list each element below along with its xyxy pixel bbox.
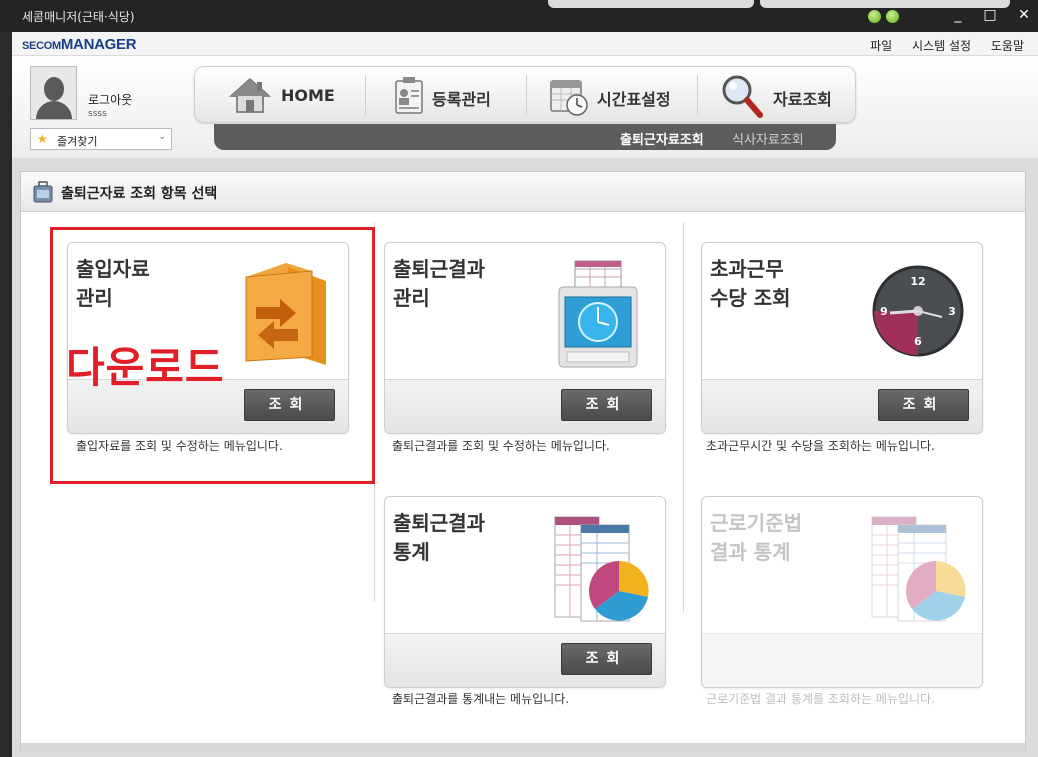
favorites-dropdown[interactable]: ★ 즐겨찾기 ⌄ [30, 128, 172, 150]
card-attendance-statistics: 출퇴근결과 통계 조회 [384, 496, 666, 688]
close-button[interactable]: ✕ [1012, 4, 1036, 26]
card-description: 초과근무시간 및 수당을 조회하는 메뉴입니다. [706, 439, 935, 453]
card-attendance-result: 출퇴근결과 관리 조회 [384, 242, 666, 434]
time-clock-icon [558, 260, 638, 368]
nav-home-label: HOME [281, 86, 335, 105]
window-title-bar: 세콤매니저(근태·식당) _ □ ✕ [0, 0, 1038, 32]
wall-clock-icon: 12 3 6 9 [872, 265, 964, 357]
nav-data-query-label: 자료조회 [773, 90, 832, 109]
query-button[interactable]: 조회 [878, 389, 969, 421]
logo-suffix: MANAGER [60, 36, 137, 53]
magnifier-icon [722, 75, 763, 118]
avatar [30, 66, 77, 120]
query-button[interactable]: 조회 [561, 643, 652, 675]
maximize-button[interactable]: □ [978, 4, 1002, 26]
status-light-icon [886, 10, 899, 23]
chevron-down-icon: ⌄ [158, 132, 166, 142]
subnav-meal-query[interactable]: 식사자료조회 [732, 129, 804, 148]
menu-file[interactable]: 파일 [870, 39, 892, 53]
report-pie-icon [554, 516, 649, 622]
status-light-icon [868, 10, 881, 23]
report-pie-icon [871, 516, 966, 622]
panel-footer [21, 743, 1025, 751]
avatar-body [36, 101, 72, 119]
panel-header: 출퇴근자료 조회 항목 선택 [21, 172, 1025, 212]
username: ssss [88, 109, 107, 119]
card-overtime-pay: 초과근무 수당 조회 12 3 6 9 조회 [701, 242, 983, 434]
panel-title: 출퇴근자료 조회 항목 선택 [61, 186, 218, 202]
background-window-edge [760, 0, 1010, 8]
nav-data-query[interactable]: 자료조회 [698, 67, 856, 124]
card-description: 근로기준법 결과 통계를 조회하는 메뉴입니다. [706, 692, 935, 706]
clock-number-12: 12 [910, 275, 925, 288]
logo-prefix: SECOM [22, 40, 61, 52]
menu-help[interactable]: 도움말 [991, 39, 1024, 53]
menu-system-settings[interactable]: 시스템 설정 [912, 39, 971, 53]
background-window-edge [548, 0, 754, 8]
annotation-text: 다운로드 [66, 343, 225, 392]
window-title: 세콤매니저(근태·식당) [22, 10, 135, 24]
briefcase-icon [33, 181, 53, 203]
id-card-icon [395, 77, 423, 114]
calendar-clock-icon [550, 80, 588, 116]
card-labor-law-statistics: 근로기준법 결과 통계 [701, 496, 983, 688]
minimize-button[interactable]: _ [946, 4, 970, 26]
card-footer [702, 633, 982, 687]
home-icon [229, 77, 271, 113]
query-button[interactable]: 조회 [561, 389, 652, 421]
card-description: 출퇴근결과를 통계내는 메뉴입니다. [392, 692, 570, 706]
star-icon: ★ [37, 132, 48, 146]
clock-number-6: 6 [914, 335, 922, 348]
nav-schedule[interactable]: 시간표설정 [527, 67, 697, 124]
favorites-label: 즐겨찾기 [57, 135, 98, 148]
main-menu: 파일 시스템 설정 도움말 [854, 37, 1024, 54]
subnav-attendance-query[interactable]: 출퇴근자료조회 [620, 129, 704, 148]
card-title: 출퇴근결과 관리 [393, 257, 485, 310]
nav-home[interactable]: HOME [195, 67, 365, 124]
clock-number-3: 3 [948, 305, 956, 318]
card-title: 초과근무 수당 조회 [710, 257, 791, 310]
header: 로그아웃 ssss ★ 즐겨찾기 ⌄ HOME 등록관리 시간표설정 자료조회 … [12, 56, 1038, 158]
column-divider [683, 222, 684, 612]
secom-logo: SECOMMANAGER [22, 36, 137, 53]
nav-registration-label: 등록관리 [432, 90, 491, 109]
card-title: 출퇴근결과 통계 [393, 511, 485, 564]
menu-bar: SECOMMANAGER 파일 시스템 설정 도움말 [12, 32, 1038, 56]
nav-schedule-label: 시간표설정 [597, 90, 671, 109]
card-title: 근로기준법 결과 통계 [710, 511, 802, 564]
avatar-head [44, 77, 64, 101]
card-description: 출퇴근결과를 조회 및 수정하는 메뉴입니다. [392, 439, 610, 453]
nav-registration[interactable]: 등록관리 [366, 67, 526, 124]
logout-link[interactable]: 로그아웃 [88, 91, 132, 108]
clock-number-9: 9 [880, 305, 888, 318]
main-nav: HOME 등록관리 시간표설정 자료조회 [194, 66, 856, 123]
sub-nav: 출퇴근자료조회 식사자료조회 [214, 124, 836, 150]
